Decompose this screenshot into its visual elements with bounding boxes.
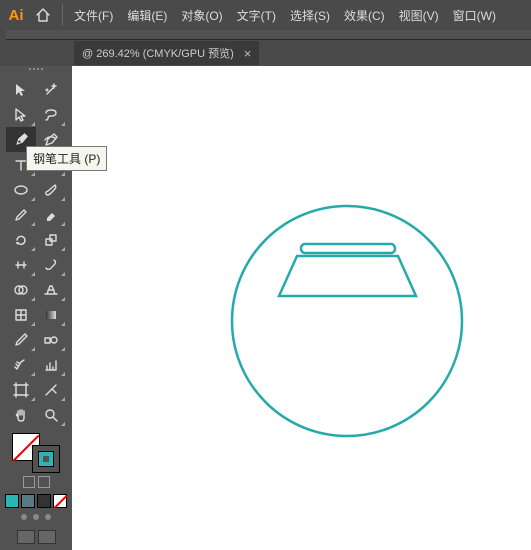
rotate-tool[interactable] xyxy=(6,227,36,252)
close-icon[interactable]: × xyxy=(244,47,252,60)
swap-fill-stroke-icon[interactable] xyxy=(23,476,35,488)
symbol-sprayer-tool[interactable] xyxy=(6,352,36,377)
menu-select[interactable]: 选择(S) xyxy=(283,7,337,24)
color-chip[interactable] xyxy=(21,494,35,508)
eraser-tool[interactable] xyxy=(36,202,66,227)
menu-type[interactable]: 文字(T) xyxy=(230,7,283,24)
fill-stroke-swatch[interactable] xyxy=(12,433,60,473)
swatch-mini-controls xyxy=(23,476,50,488)
shape-builder-tool[interactable] xyxy=(6,277,36,302)
control-strip xyxy=(6,30,531,40)
main-row xyxy=(0,66,531,550)
menu-window[interactable]: 窗口(W) xyxy=(446,7,503,24)
menu-object[interactable]: 对象(O) xyxy=(174,7,229,24)
paintbrush-tool[interactable] xyxy=(36,177,66,202)
menu-divider xyxy=(62,4,63,26)
draw-mode-dots xyxy=(21,514,51,520)
pencil-tool[interactable] xyxy=(6,202,36,227)
screen-mode-row xyxy=(17,530,56,544)
color-chip-row xyxy=(5,494,67,508)
toolbox xyxy=(0,66,72,550)
selection-tool[interactable] xyxy=(6,77,36,102)
perspective-grid-tool[interactable] xyxy=(36,277,66,302)
graph-tool[interactable] xyxy=(36,352,66,377)
document-tab-label: @ 269.42% (CMYK/GPU 预览) xyxy=(82,45,234,61)
document-tab[interactable]: @ 269.42% (CMYK/GPU 预览) × xyxy=(74,41,259,65)
lasso-tool[interactable] xyxy=(36,102,66,127)
direct-selection-tool[interactable] xyxy=(6,102,36,127)
draw-mode-dot[interactable] xyxy=(21,514,27,520)
color-chip[interactable] xyxy=(37,494,51,508)
ellipse-tool[interactable] xyxy=(6,177,36,202)
tool-grid xyxy=(6,77,66,427)
menu-edit[interactable]: 编辑(E) xyxy=(120,7,174,24)
menu-view[interactable]: 视图(V) xyxy=(392,7,446,24)
menu-file[interactable]: 文件(F) xyxy=(67,7,120,24)
mesh-tool[interactable] xyxy=(6,302,36,327)
screen-mode-icon[interactable] xyxy=(17,530,35,544)
free-transform-tool[interactable] xyxy=(36,252,66,277)
canvas[interactable] xyxy=(72,66,531,550)
draw-mode-dot[interactable] xyxy=(33,514,39,520)
screen-mode-icon[interactable] xyxy=(38,530,56,544)
blend-tool[interactable] xyxy=(36,327,66,352)
panel-grip[interactable] xyxy=(21,68,51,74)
home-icon[interactable] xyxy=(28,7,58,23)
artboard-tool[interactable] xyxy=(6,377,36,402)
hand-tool[interactable] xyxy=(6,402,36,427)
color-chip[interactable] xyxy=(5,494,19,508)
scale-tool[interactable] xyxy=(36,227,66,252)
width-tool[interactable] xyxy=(6,252,36,277)
gradient-tool[interactable] xyxy=(36,302,66,327)
stroke-swatch[interactable] xyxy=(32,445,60,473)
pen-tool-tooltip: 钢笔工具 (P) xyxy=(26,146,107,171)
zoom-tool[interactable] xyxy=(36,402,66,427)
app-logo: Ai xyxy=(4,3,28,27)
slice-tool[interactable] xyxy=(36,377,66,402)
artwork xyxy=(72,66,531,550)
default-fill-stroke-icon[interactable] xyxy=(38,476,50,488)
menu-bar: Ai 文件(F) 编辑(E) 对象(O) 文字(T) 选择(S) 效果(C) 视… xyxy=(0,0,531,30)
menu-effect[interactable]: 效果(C) xyxy=(337,7,392,24)
draw-mode-dot[interactable] xyxy=(45,514,51,520)
eyedropper-tool[interactable] xyxy=(6,327,36,352)
document-tab-bar: @ 269.42% (CMYK/GPU 预览) × xyxy=(0,40,531,66)
magic-wand-tool[interactable] xyxy=(36,77,66,102)
none-color-chip[interactable] xyxy=(53,494,67,508)
